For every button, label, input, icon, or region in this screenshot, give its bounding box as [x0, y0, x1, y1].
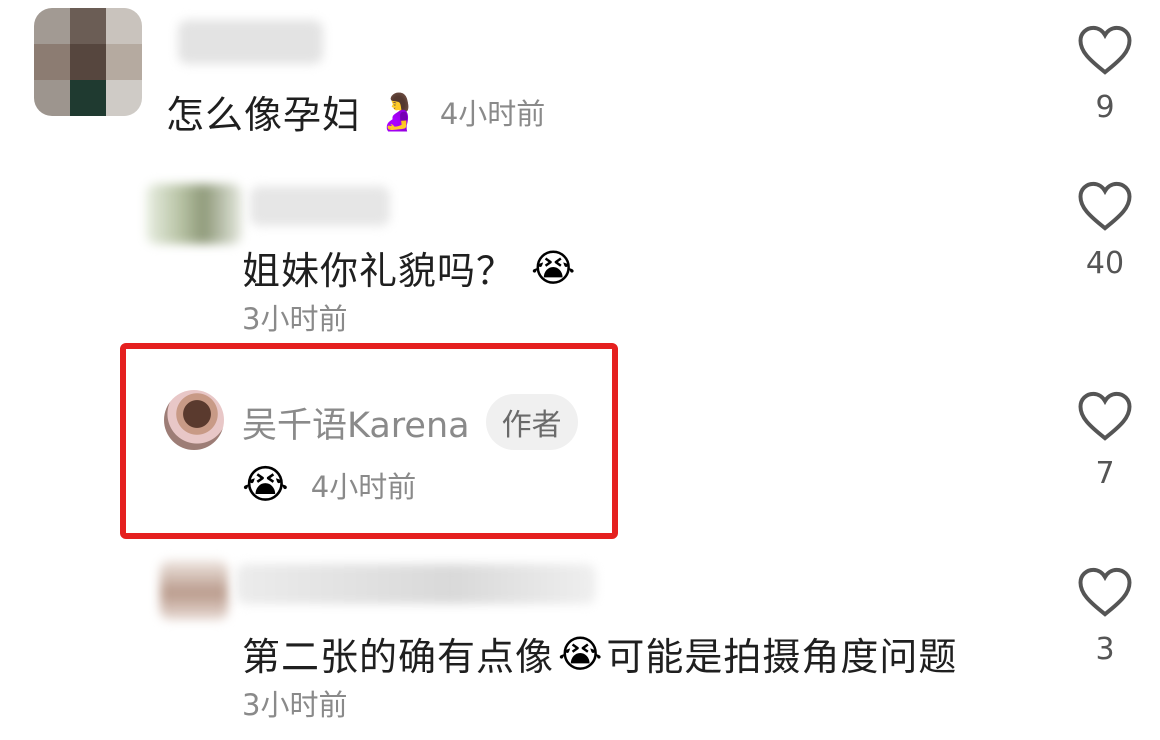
author-row: 吴千语Karena 作者 [242, 394, 578, 450]
comment-text: 怎么像孕妇 [166, 93, 362, 137]
like-count: 9 [1095, 90, 1115, 125]
comment-time: 3小时前 [242, 302, 348, 336]
username-blurred[interactable] [236, 564, 596, 604]
comment-text: 第二张的确有点像 [242, 635, 555, 679]
like-count: 3 [1095, 632, 1115, 667]
username-blurred[interactable] [178, 20, 323, 64]
comment-row: 😭 4小时前 [242, 462, 416, 508]
crying-emoji-icon: 😭 [558, 631, 603, 676]
comment-row: 姐妹你礼貌吗？ 😭 [242, 240, 575, 295]
like-heart-icon[interactable] [1077, 24, 1133, 76]
author-name[interactable]: 吴千语Karena [242, 397, 470, 448]
comment-text: 可能是拍摄角度问题 [606, 635, 958, 679]
comment-row: 怎么像孕妇 🤰 4小时前 [166, 84, 545, 139]
avatar-blurred[interactable] [34, 8, 142, 116]
author-avatar[interactable] [164, 390, 224, 450]
comment-time: 4小时前 [310, 470, 417, 504]
avatar-blurred[interactable] [146, 184, 242, 244]
crying-emoji-icon: 😭 [531, 245, 576, 290]
like-heart-icon[interactable] [1077, 390, 1133, 442]
comment-text: 姐妹你礼貌吗？ [242, 249, 516, 293]
author-badge: 作者 [485, 394, 578, 450]
comment-time: 4小时前 [439, 96, 546, 131]
like-heart-icon[interactable] [1077, 180, 1133, 232]
comment-row: 第二张的确有点像 😭 可能是拍摄角度问题 [242, 626, 957, 681]
username-blurred[interactable] [250, 186, 390, 226]
like-count: 7 [1095, 456, 1115, 491]
crying-emoji-icon: 😭 [242, 462, 289, 508]
pregnant-emoji-icon: 🤰 [375, 91, 420, 133]
like-count: 40 [1085, 246, 1125, 281]
avatar-blurred[interactable] [160, 560, 228, 620]
like-heart-icon[interactable] [1077, 566, 1133, 618]
comment-time: 3小时前 [242, 688, 348, 722]
